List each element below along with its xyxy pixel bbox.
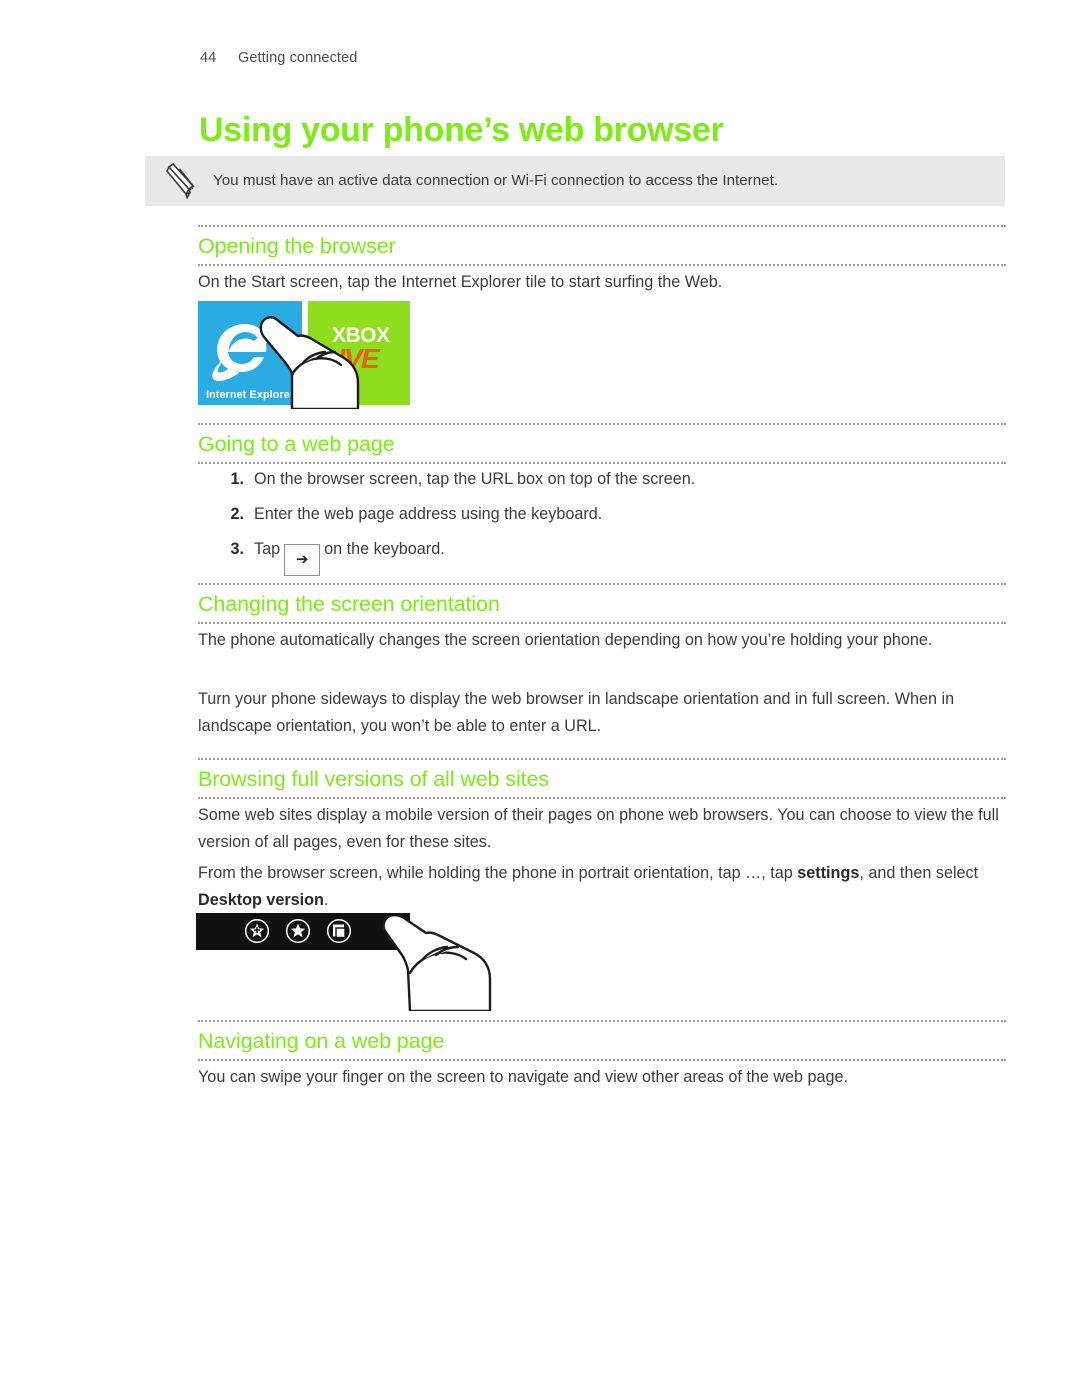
fv-bold-desktop-version: Desktop version bbox=[198, 891, 324, 909]
page-number: 44 bbox=[200, 50, 217, 66]
orientation-paragraph-1: The phone automatically changes the scre… bbox=[198, 631, 933, 649]
list-text: Tap bbox=[254, 540, 281, 558]
fv-bold-settings: settings bbox=[797, 864, 860, 882]
page-title: Using your phone’s web browser bbox=[199, 110, 724, 149]
list-item: 1. On the browser screen, tap the URL bo… bbox=[198, 468, 1010, 490]
note-box: You must have an active data connection … bbox=[145, 156, 1005, 206]
pencil-icon bbox=[163, 162, 203, 202]
chapter-name: Getting connected bbox=[238, 50, 358, 66]
games-tile[interactable]: XBOX LIVE Games bbox=[308, 301, 410, 405]
internet-explorer-icon bbox=[208, 315, 282, 383]
internet-explorer-tile[interactable]: Internet Explorer bbox=[198, 301, 302, 405]
tabs-icon[interactable] bbox=[326, 918, 352, 949]
list-item: 3. Tap➔on the keyboard. bbox=[198, 538, 1010, 576]
fv-text-part-3: . bbox=[323, 891, 329, 909]
list-text: Enter the web page address using the key… bbox=[254, 505, 603, 523]
list-item: 2. Enter the web page address using the … bbox=[198, 503, 1010, 525]
note-text: You must have an active data connection … bbox=[213, 172, 779, 189]
fullversions-paragraph-1: Some web sites display a mobile version … bbox=[198, 806, 999, 851]
list-number: 2. bbox=[230, 505, 244, 523]
browser-navbar bbox=[196, 913, 410, 950]
add-favorite-star-icon[interactable] bbox=[244, 918, 270, 949]
navbar-icon-group bbox=[244, 918, 352, 949]
enter-key-icon: ➔ bbox=[284, 544, 321, 576]
running-header: 44 Getting connected bbox=[200, 50, 357, 66]
section-going-to-a-web-page: Going to a web page bbox=[198, 423, 1006, 464]
section-navigating-on-a-web-page: Navigating on a web page bbox=[198, 1020, 1006, 1061]
section-changing-screen-orientation: Changing the screen orientation bbox=[198, 583, 1006, 624]
more-options-ellipsis-icon[interactable] bbox=[383, 921, 398, 924]
section-heading: Changing the screen orientation bbox=[198, 583, 1006, 624]
section-browsing-full-versions: Browsing full versions of all web sites bbox=[198, 758, 1006, 799]
manual-page: 44 Getting connected Using your phone’s w… bbox=[0, 0, 1080, 1397]
dot bbox=[395, 921, 398, 924]
orientation-paragraph-2: Turn your phone sideways to display the … bbox=[198, 690, 955, 735]
favorites-star-icon[interactable] bbox=[285, 918, 311, 949]
fv-text-part-2: , and then select bbox=[859, 864, 979, 882]
section-heading: Browsing full versions of all web sites bbox=[198, 758, 1006, 799]
dot bbox=[383, 921, 386, 924]
dot bbox=[389, 921, 392, 924]
browser-navbar-figure bbox=[196, 913, 496, 1013]
section-heading: Navigating on a web page bbox=[198, 1020, 1006, 1061]
internet-explorer-tile-label: Internet Explorer bbox=[206, 389, 295, 401]
fullversions-paragraph-2: From the browser screen, while holding t… bbox=[198, 860, 1010, 914]
start-screen-tiles-figure: Internet Explorer XBOX LIVE Games bbox=[198, 301, 410, 411]
fv-text-part-1: From the browser screen, while holding t… bbox=[198, 864, 798, 882]
section-heading: Opening the browser bbox=[198, 225, 1006, 266]
list-text-after: on the keyboard. bbox=[324, 540, 445, 558]
section-opening-the-browser: Opening the browser bbox=[198, 225, 1006, 266]
opening-paragraph: On the Start screen, tap the Internet Ex… bbox=[198, 273, 723, 291]
live-wordmark: LIVE bbox=[322, 343, 380, 374]
navigating-paragraph: You can swipe your finger on the screen … bbox=[198, 1068, 849, 1086]
going-to-web-page-steps: 1. On the browser screen, tap the URL bo… bbox=[198, 468, 1010, 589]
list-text: On the browser screen, tap the URL box o… bbox=[254, 470, 696, 488]
list-number: 3. bbox=[230, 540, 244, 558]
games-tile-label: Games bbox=[316, 389, 353, 401]
list-number: 1. bbox=[230, 470, 244, 488]
section-heading: Going to a web page bbox=[198, 423, 1006, 464]
